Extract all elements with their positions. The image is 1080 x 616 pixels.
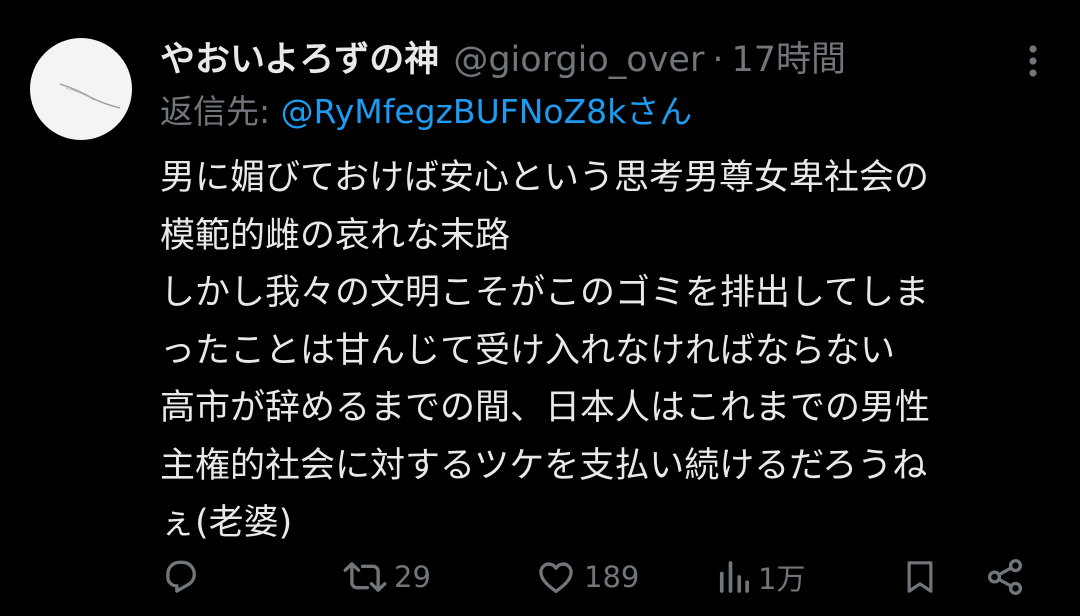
reply-icon [166, 560, 196, 593]
tweet-text-line: ったことは甘んじて受け入れなければならない [160, 330, 896, 371]
avatar[interactable] [30, 38, 132, 140]
heart-icon [539, 562, 573, 594]
share-button[interactable] [984, 549, 1026, 605]
timestamp[interactable]: 17時間 [732, 36, 847, 84]
like-count: 189 [584, 560, 640, 594]
separator-dot: · [712, 40, 724, 80]
avatar-scribble-icon [59, 83, 121, 109]
tweet-text: 男に媚びておけば安心という思考男尊女卑社会の 模範的雌の哀れな末路 しかし我々の… [160, 150, 1050, 553]
action-bar: 29 189 1万 [160, 549, 1040, 605]
reply-prefix: 返信先: [160, 92, 281, 131]
views-button[interactable]: 1万 [716, 549, 805, 605]
tweet-text-line: 高市が辞めるまでの間、日本人はこれまでの男性 [160, 388, 931, 428]
tweet-text-line: 男に媚びておけば安心という思考男尊女卑社会の [160, 158, 929, 198]
tweet: やおいよろずの神 @giorgio_over · 17時間 返信先: @RyMf… [0, 0, 1080, 616]
retweet-button[interactable]: 29 [342, 549, 431, 605]
bookmark-button[interactable] [900, 549, 940, 605]
bookmark-icon [907, 561, 933, 593]
retweet-icon [343, 562, 387, 592]
more-options-button[interactable] [1018, 42, 1048, 80]
views-count: 1万 [758, 562, 806, 596]
reply-to-user-link[interactable]: @RyMfegzBUFNoZ8kさん [281, 92, 693, 131]
more-vertical-icon [1029, 45, 1037, 77]
like-button[interactable]: 189 [534, 549, 639, 605]
tweet-header: やおいよろずの神 @giorgio_over · 17時間 [160, 36, 846, 84]
views-icon [719, 561, 749, 593]
reply-context: 返信先: @RyMfegzBUFNoZ8kさん [160, 88, 692, 136]
tweet-text-line: ぇ(老婆) [160, 503, 293, 543]
tweet-text-line: 模範的雌の哀れな末路 [160, 215, 511, 256]
tweet-text-line: 主権的社会に対するツケを支払い続けるだろうね [160, 445, 928, 486]
user-handle[interactable]: @giorgio_over [453, 36, 704, 84]
display-name[interactable]: やおいよろずの神 [160, 36, 439, 84]
retweet-count: 29 [394, 560, 431, 594]
tweet-text-line: しかし我々の文明こそがこのゴミを排出してしま [160, 273, 929, 313]
reply-button[interactable] [160, 549, 208, 605]
share-icon [987, 559, 1023, 595]
